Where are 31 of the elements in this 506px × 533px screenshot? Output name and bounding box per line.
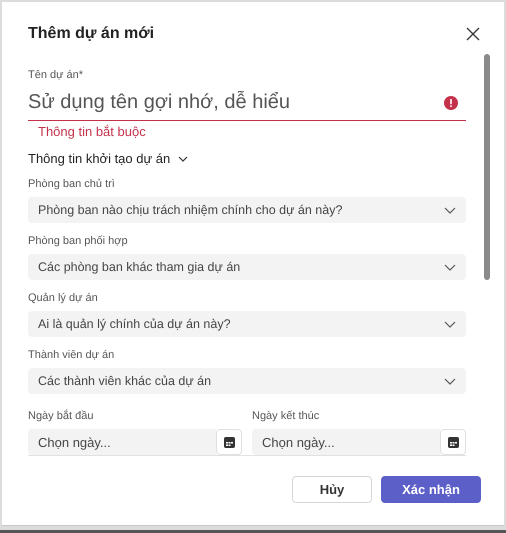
field-label: Thành viên dự án (28, 349, 114, 361)
dropdown-field[interactable]: Các phòng ban khác tham gia dự án (28, 254, 466, 280)
section-toggle[interactable]: Thông tin khởi tạo dự án (28, 151, 188, 166)
confirm-button[interactable]: Xác nhận (381, 476, 481, 503)
chevron-icon (444, 206, 456, 214)
chevron-icon (178, 156, 188, 162)
field-label: Ngày kết thúc (252, 410, 320, 422)
chevron-icon (444, 378, 456, 384)
error-message: Thông tin bắt buộc (38, 124, 146, 139)
field-label: Tên dự án* (28, 68, 84, 82)
scrollbar[interactable] (484, 54, 490, 280)
field-label: Quản lý dự án (28, 292, 98, 304)
calendar-icon (448, 436, 458, 448)
chevron-icon (444, 320, 456, 328)
date-input-field[interactable]: Chọn ngày... (28, 429, 216, 455)
dropdown-field[interactable]: Ai là quản lý chính của dự án này? (28, 311, 466, 337)
field-label: Phòng ban chủ trì (28, 178, 115, 190)
dialog-title: Thêm dự án mới (28, 25, 154, 43)
date-input-field[interactable]: Chọn ngày... (252, 429, 440, 455)
cancel-button[interactable]: Hủy (292, 476, 372, 503)
dropdown-field[interactable]: Phòng ban nào chịu trách nhiệm chính cho dự án này? (28, 197, 466, 223)
error-icon (444, 96, 458, 110)
field-label: Ngày bắt đầu (28, 410, 94, 422)
chevron-icon (444, 264, 456, 270)
calendar-button[interactable] (440, 429, 466, 455)
calendar-icon (224, 436, 234, 448)
calendar-button[interactable] (216, 429, 242, 455)
name-input-field[interactable]: Sử dụng tên gợi nhớ, dễ hiểu (28, 85, 466, 121)
dropdown-field[interactable]: Các thành viên khác của dự án (28, 368, 466, 394)
field-label: Phòng ban phối hợp (28, 235, 128, 247)
close-button[interactable] (466, 27, 480, 41)
